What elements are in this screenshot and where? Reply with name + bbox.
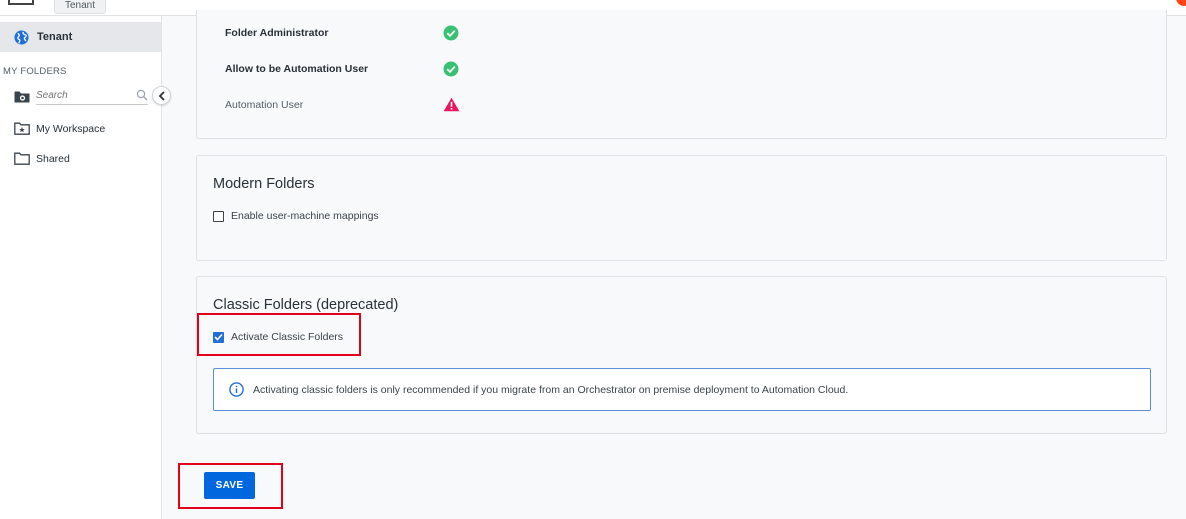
highlight-activate-classic-folders	[197, 313, 361, 356]
highlight-save-button	[178, 463, 283, 509]
info-banner: Activating classic folders is only recom…	[213, 368, 1151, 411]
folder-star-icon	[14, 122, 30, 135]
user-avatar[interactable]	[1176, 0, 1186, 6]
app-logo[interactable]	[8, 0, 34, 5]
modern-folders-card: Modern Folders Enable user-machine mappi…	[196, 155, 1167, 261]
search-icon[interactable]	[136, 89, 148, 101]
check-circle-icon	[443, 25, 459, 41]
warning-triangle-icon	[443, 97, 460, 112]
section-label: MY FOLDERS	[3, 66, 67, 77]
modern-folders-title: Modern Folders	[213, 176, 315, 192]
folder-icon	[14, 152, 30, 165]
permission-label: Automation User	[225, 98, 304, 111]
permission-row: Folder Administrator	[225, 25, 459, 41]
checkbox-label: Enable user-machine mappings	[231, 210, 379, 222]
classic-folders-title: Classic Folders (deprecated)	[213, 297, 399, 313]
folder-search	[14, 86, 148, 106]
globe-icon	[14, 29, 29, 45]
user-machine-mappings-option[interactable]: Enable user-machine mappings	[213, 210, 379, 222]
collapse-sidebar-button[interactable]	[152, 86, 171, 105]
user-machine-mappings-checkbox[interactable]	[213, 210, 224, 222]
permission-label: Allow to be Automation User	[225, 63, 369, 75]
tenant-tooltip: Tenant	[54, 0, 107, 14]
search-input[interactable]	[36, 87, 148, 105]
chevron-left-icon	[158, 90, 165, 101]
permissions-card: Folder Administrator Allow to be Automat…	[196, 10, 1167, 139]
permission-label: Folder Administrator	[225, 27, 329, 39]
permission-row: Automation User	[225, 97, 460, 112]
sidebar-item-label: Shared	[36, 152, 70, 165]
sidebar-item-label: Tenant	[37, 31, 73, 43]
sidebar: Tenant MY FOLDERS My Workspace Shared	[0, 16, 162, 519]
sidebar-item-shared[interactable]: Shared	[14, 152, 70, 165]
sidebar-item-my-workspace[interactable]: My Workspace	[14, 122, 105, 135]
info-icon	[229, 382, 244, 397]
permission-row: Allow to be Automation User	[225, 61, 459, 77]
folder-camera-icon	[14, 91, 30, 102]
sidebar-item-label: My Workspace	[36, 122, 106, 135]
info-text: Activating classic folders is only recom…	[253, 383, 849, 396]
check-circle-icon	[443, 61, 459, 77]
sidebar-item-tenant[interactable]: Tenant	[0, 22, 161, 52]
